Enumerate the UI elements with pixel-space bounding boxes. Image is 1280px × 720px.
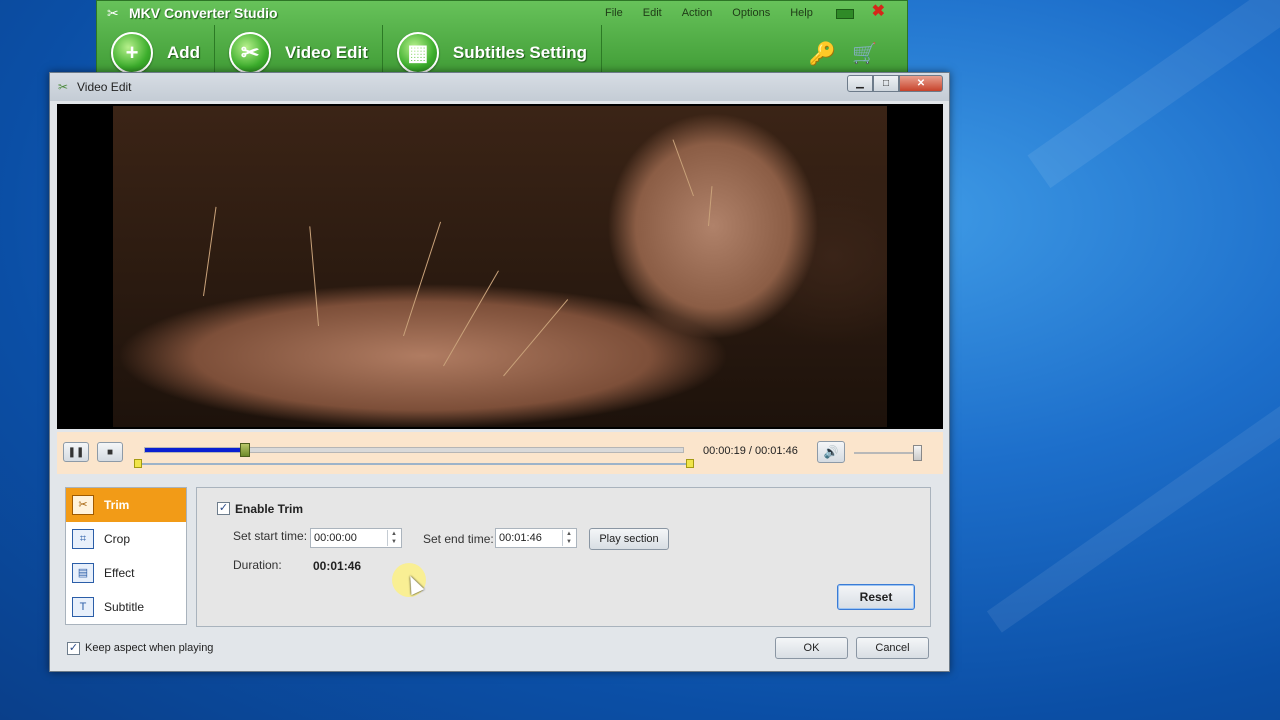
seek-progress bbox=[145, 448, 245, 452]
nav-item-subtitle[interactable]: T Subtitle bbox=[66, 590, 186, 624]
video-edit-dialog: ✂ Video Edit ▁ □ ✕ ❚❚ ■ 00:00:19 / 00:01… bbox=[49, 72, 950, 672]
nav-label-effect: Effect bbox=[104, 566, 135, 580]
trim-range-line bbox=[138, 463, 690, 465]
volume-icon[interactable]: 🔊 bbox=[817, 441, 845, 463]
ok-button[interactable]: OK bbox=[775, 637, 848, 659]
needle-graphic bbox=[403, 221, 442, 337]
seek-bar[interactable] bbox=[144, 443, 684, 457]
app-title: MKV Converter Studio bbox=[129, 5, 278, 21]
dialog-close-button[interactable]: ✕ bbox=[899, 75, 943, 92]
dialog-title: Video Edit bbox=[77, 80, 132, 94]
start-time-input[interactable]: 00:00:00 ▲ ▼ bbox=[310, 528, 402, 548]
add-icon: + bbox=[111, 32, 153, 74]
menu-action[interactable]: Action bbox=[682, 7, 713, 19]
app-logo-icon: ✂ bbox=[107, 5, 119, 21]
scissors-icon: ✂ bbox=[229, 32, 272, 74]
nav-label-subtitle: Subtitle bbox=[104, 600, 145, 614]
time-display: 00:00:19 / 00:01:46 bbox=[703, 445, 798, 457]
needle-graphic bbox=[708, 186, 713, 227]
stop-button[interactable]: ■ bbox=[97, 442, 123, 462]
effect-icon: ▤ bbox=[72, 563, 94, 583]
video-frame bbox=[113, 106, 887, 427]
reset-button[interactable]: Reset bbox=[837, 584, 915, 610]
spin-arrows-icon[interactable]: ▲ ▼ bbox=[562, 530, 575, 546]
toolbar-right-icons: 🔑 🛒 bbox=[809, 41, 877, 67]
dialog-title-bar: ✂ Video Edit ▁ □ ✕ bbox=[50, 73, 949, 101]
menu-file[interactable]: File bbox=[605, 7, 623, 19]
trim-end-handle[interactable] bbox=[686, 459, 694, 468]
trim-icon: ✂ bbox=[72, 495, 94, 515]
desktop-light-streak bbox=[1027, 0, 1280, 189]
trim-settings-panel: ✓ Enable Trim Set start time: 00:00:00 ▲… bbox=[196, 487, 931, 627]
play-section-button[interactable]: Play section bbox=[589, 528, 669, 550]
end-time-label: Set end time: bbox=[423, 532, 494, 546]
window-controls: ✖ bbox=[835, 4, 885, 20]
dialog-minimize-button[interactable]: ▁ bbox=[847, 75, 873, 92]
needle-graphic bbox=[672, 139, 694, 197]
desktop-light-streak bbox=[986, 393, 1280, 633]
enable-trim-label: Enable Trim bbox=[235, 502, 304, 516]
subtitles-setting-label: Subtitles Setting bbox=[452, 43, 587, 62]
cart-icon[interactable]: 🛒 bbox=[852, 41, 877, 67]
end-time-input[interactable]: 00:01:46 ▲ ▼ bbox=[495, 528, 577, 548]
duration-value: 00:01:46 bbox=[313, 559, 362, 573]
needle-graphic bbox=[309, 226, 319, 327]
volume-slider[interactable] bbox=[854, 445, 922, 461]
trim-start-handle[interactable] bbox=[134, 459, 142, 468]
subtitle-icon: T bbox=[72, 597, 94, 617]
crop-icon: ⌗ bbox=[72, 529, 94, 549]
dialog-icon: ✂ bbox=[58, 80, 69, 94]
enable-trim-checkbox[interactable]: ✓ bbox=[217, 502, 230, 515]
end-time-value: 00:01:46 bbox=[499, 532, 542, 544]
minimize-button[interactable] bbox=[835, 9, 854, 19]
nav-item-effect[interactable]: ▤ Effect bbox=[66, 556, 186, 590]
start-time-value: 00:00:00 bbox=[314, 532, 357, 544]
main-window: ✂ MKV Converter Studio File Edit Action … bbox=[96, 0, 908, 81]
pause-button[interactable]: ❚❚ bbox=[63, 442, 89, 462]
menu-edit[interactable]: Edit bbox=[643, 7, 662, 19]
key-icon[interactable]: 🔑 bbox=[809, 41, 836, 67]
nav-item-crop[interactable]: ⌗ Crop bbox=[66, 522, 186, 556]
dialog-maximize-button[interactable]: □ bbox=[873, 75, 899, 92]
keep-aspect-checkbox[interactable]: ✓ bbox=[67, 642, 80, 655]
duration-label: Duration: bbox=[233, 558, 282, 572]
spin-arrows-icon[interactable]: ▲ ▼ bbox=[387, 530, 400, 546]
playback-control-bar: ❚❚ ■ 00:00:19 / 00:01:46 🔊 bbox=[57, 432, 943, 474]
keep-aspect-label: Keep aspect when playing bbox=[85, 642, 214, 654]
volume-thumb[interactable] bbox=[912, 445, 922, 461]
dialog-window-controls: ▁ □ ✕ bbox=[847, 75, 943, 92]
video-preview[interactable] bbox=[57, 104, 943, 429]
main-title-bar: ✂ MKV Converter Studio File Edit Action … bbox=[97, 1, 907, 25]
nav-label-trim: Trim bbox=[104, 498, 130, 512]
menu-options[interactable]: Options bbox=[732, 7, 770, 19]
close-button[interactable]: ✖ bbox=[872, 4, 885, 20]
needle-graphic bbox=[503, 299, 569, 377]
video-edit-label: Video Edit bbox=[285, 43, 368, 62]
subtitles-icon: ▦ bbox=[396, 32, 439, 74]
menu-bar: File Edit Action Options Help bbox=[605, 7, 813, 19]
cancel-button[interactable]: Cancel bbox=[856, 637, 929, 659]
nav-label-crop: Crop bbox=[104, 532, 131, 546]
start-time-label: Set start time: bbox=[233, 529, 308, 543]
seek-thumb[interactable] bbox=[239, 443, 250, 457]
needle-graphic bbox=[443, 270, 499, 367]
needle-graphic bbox=[203, 206, 217, 297]
add-label: Add bbox=[167, 43, 201, 62]
nav-item-trim[interactable]: ✂ Trim bbox=[66, 488, 186, 522]
edit-nav-panel: ✂ Trim ⌗ Crop ▤ Effect T Subtitle bbox=[65, 487, 187, 625]
menu-help[interactable]: Help bbox=[790, 7, 813, 19]
